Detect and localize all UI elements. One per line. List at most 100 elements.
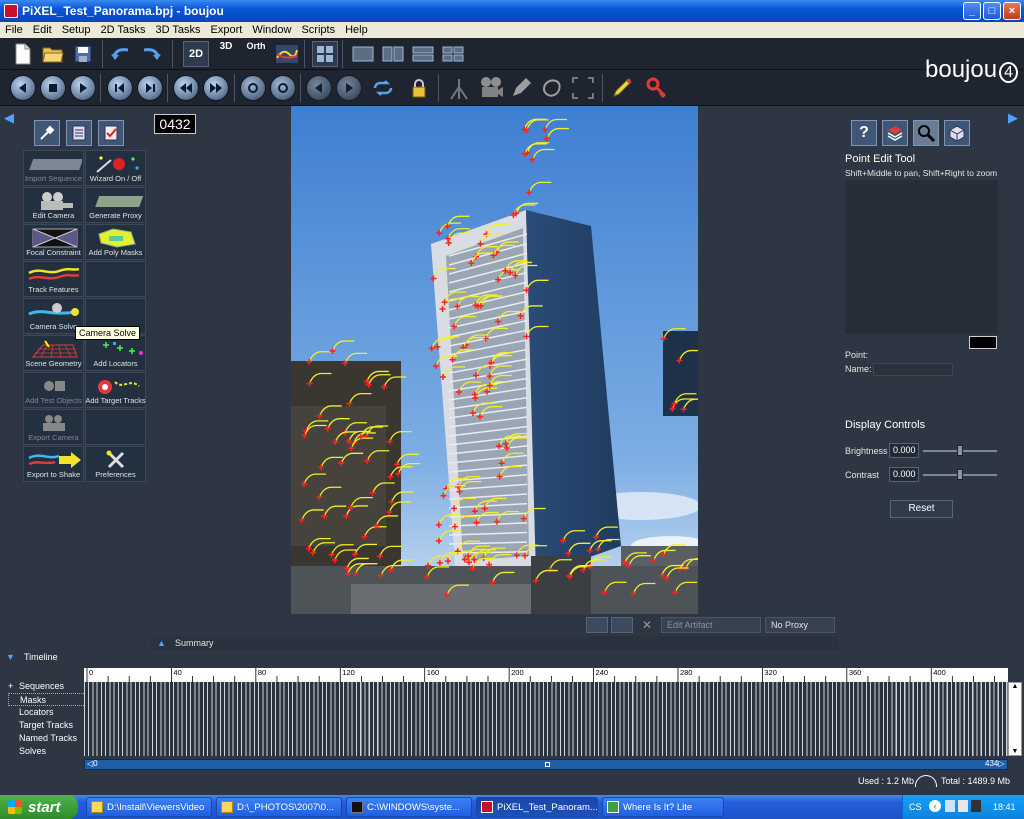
menu-scripts[interactable]: Scripts — [296, 24, 340, 36]
undo-icon[interactable] — [108, 41, 134, 67]
tool-focal-constraint[interactable]: Focal Constraint — [23, 224, 84, 260]
hand-icon[interactable] — [538, 75, 564, 101]
timeline-tracks[interactable] — [84, 682, 1008, 756]
frame-select-icon[interactable] — [570, 75, 596, 101]
tray-volume-icon[interactable] — [958, 800, 968, 812]
tool-preferences[interactable]: Preferences — [85, 446, 146, 482]
brightness-input[interactable]: 0.000 — [889, 443, 919, 458]
play-forward-icon[interactable] — [70, 75, 96, 101]
proxy-select[interactable]: No Proxy — [765, 617, 835, 633]
name-input[interactable] — [873, 363, 953, 376]
menu-file[interactable]: File — [0, 24, 28, 36]
view-3d-button[interactable]: 3D — [213, 41, 239, 67]
menu-2d-tasks[interactable]: 2D Tasks — [95, 24, 150, 36]
graph-view-icon[interactable] — [274, 41, 300, 67]
summary-header[interactable]: ▲ Summary — [151, 636, 839, 650]
tool-scene-geometry[interactable]: Scene Geometry — [23, 335, 84, 371]
highlighter-icon[interactable] — [610, 75, 636, 101]
range-handle[interactable] — [545, 762, 550, 767]
menu-window[interactable]: Window — [247, 24, 296, 36]
list-tab-icon[interactable] — [66, 120, 92, 146]
timeline-range-bar[interactable] — [84, 759, 1008, 770]
tripod-icon[interactable] — [446, 75, 472, 101]
magnifier-icon[interactable] — [913, 120, 939, 146]
tool-track-features[interactable]: Track Features — [23, 261, 84, 297]
loop-icon[interactable] — [370, 75, 396, 101]
tree-item-target-tracks[interactable]: Target Tracks — [8, 719, 86, 732]
start-button[interactable]: start — [0, 795, 78, 819]
redo-icon[interactable] — [138, 41, 164, 67]
tool-import-sequence[interactable]: Import Sequence — [23, 150, 84, 186]
cube-icon[interactable] — [944, 120, 970, 146]
step-back-icon[interactable] — [107, 75, 133, 101]
task-item[interactable]: D:\_PHOTOS\2007\0... — [216, 797, 342, 817]
open-folder-icon[interactable] — [40, 41, 66, 67]
tree-item-named-tracks[interactable]: Named Tracks — [8, 732, 86, 745]
color-swatch[interactable] — [969, 336, 997, 349]
viewport-btn-tools-icon[interactable]: ✕ — [636, 617, 658, 633]
layout-hsplit-icon[interactable] — [410, 41, 436, 67]
tool-add-locators[interactable]: Add Locators — [85, 335, 146, 371]
new-file-icon[interactable] — [10, 41, 36, 67]
task-item[interactable]: D:\Install\ViewersVideo — [86, 797, 212, 817]
keyframe-forward-icon[interactable] — [270, 75, 296, 101]
tool-edit-camera[interactable]: Edit Camera — [23, 187, 84, 223]
view-orth-button[interactable]: Orth — [243, 41, 269, 67]
key-icon[interactable] — [644, 75, 670, 101]
tray-network-icon[interactable] — [945, 800, 955, 812]
minimize-button[interactable]: _ — [963, 2, 981, 20]
tool-wizard[interactable]: Wizard On / Off — [85, 150, 146, 186]
menu-help[interactable]: Help — [340, 24, 373, 36]
layout-vsplit-icon[interactable] — [380, 41, 406, 67]
play-back-icon[interactable] — [10, 75, 36, 101]
lock-icon[interactable] — [406, 75, 432, 101]
layers-icon[interactable] — [882, 120, 908, 146]
layout-single-icon[interactable] — [350, 41, 376, 67]
film-camera-icon[interactable] — [478, 75, 504, 101]
task-item[interactable]: Where Is It? Lite — [602, 797, 724, 817]
tree-expand-icon[interactable]: + — [8, 680, 13, 693]
collapse-left-icon[interactable]: ◀ — [4, 110, 14, 126]
rewind-icon[interactable] — [173, 75, 199, 101]
tool-export-camera[interactable]: Export Camera — [23, 409, 84, 445]
tracked-image[interactable] — [291, 106, 698, 614]
tool-generate-proxy[interactable]: Generate Proxy — [85, 187, 146, 223]
edit-artifact-field[interactable]: Edit Artifact — [661, 617, 761, 633]
tool-add-target-tracks[interactable]: Add Target Tracks — [85, 372, 146, 408]
tools-tab-icon[interactable] — [34, 120, 60, 146]
keyframe-back-icon[interactable] — [240, 75, 266, 101]
tree-item-solves[interactable]: Solves — [8, 745, 86, 758]
tree-item-locators[interactable]: Locators — [8, 706, 86, 719]
collapse-timeline-icon[interactable]: ▼ — [6, 652, 15, 662]
close-button[interactable]: × — [1003, 2, 1021, 20]
range-start-icon[interactable] — [306, 75, 332, 101]
language-indicator[interactable]: CS — [909, 802, 922, 812]
help-icon[interactable]: ? — [851, 120, 877, 146]
task-item-active[interactable]: PiXEL_Test_Panoram... — [476, 797, 598, 817]
tray-chevron-icon[interactable]: ‹ — [929, 800, 941, 812]
viewport-btn-refresh-icon[interactable] — [611, 617, 633, 633]
brightness-slider-thumb[interactable] — [957, 445, 963, 456]
tray-app-icon[interactable] — [971, 800, 981, 812]
layout-grid-icon[interactable] — [440, 41, 466, 67]
reset-button[interactable]: Reset — [890, 500, 953, 518]
title-bar[interactable]: PiXEL_Test_Panorama.bpj - boujou _ □ × — [0, 0, 1024, 22]
viewport-btn-screen-icon[interactable] — [586, 617, 608, 633]
tree-item-masks[interactable]: Masks — [8, 693, 86, 706]
contrast-input[interactable]: 0.000 — [889, 467, 919, 482]
tool-add-poly-masks[interactable]: Add Poly Masks — [85, 224, 146, 260]
timeline-ruler[interactable] — [84, 668, 1008, 682]
contrast-slider-thumb[interactable] — [957, 469, 963, 480]
fast-forward-icon[interactable] — [203, 75, 229, 101]
menu-setup[interactable]: Setup — [57, 24, 96, 36]
task-item[interactable]: C:\WINDOWS\syste... — [346, 797, 472, 817]
tree-item-sequences[interactable]: + Sequences — [8, 680, 86, 693]
stop-icon[interactable] — [40, 75, 66, 101]
layout-quad-icon[interactable] — [312, 41, 338, 67]
pencil-icon[interactable] — [508, 75, 534, 101]
tool-export-to-shake[interactable]: Export to Shake — [23, 446, 84, 482]
view-2d-button[interactable]: 2D — [183, 41, 209, 67]
point-edit-preview[interactable] — [845, 180, 998, 334]
timeline-vscroll[interactable]: ▲ ▼ — [1008, 682, 1022, 756]
range-end-icon[interactable] — [336, 75, 362, 101]
